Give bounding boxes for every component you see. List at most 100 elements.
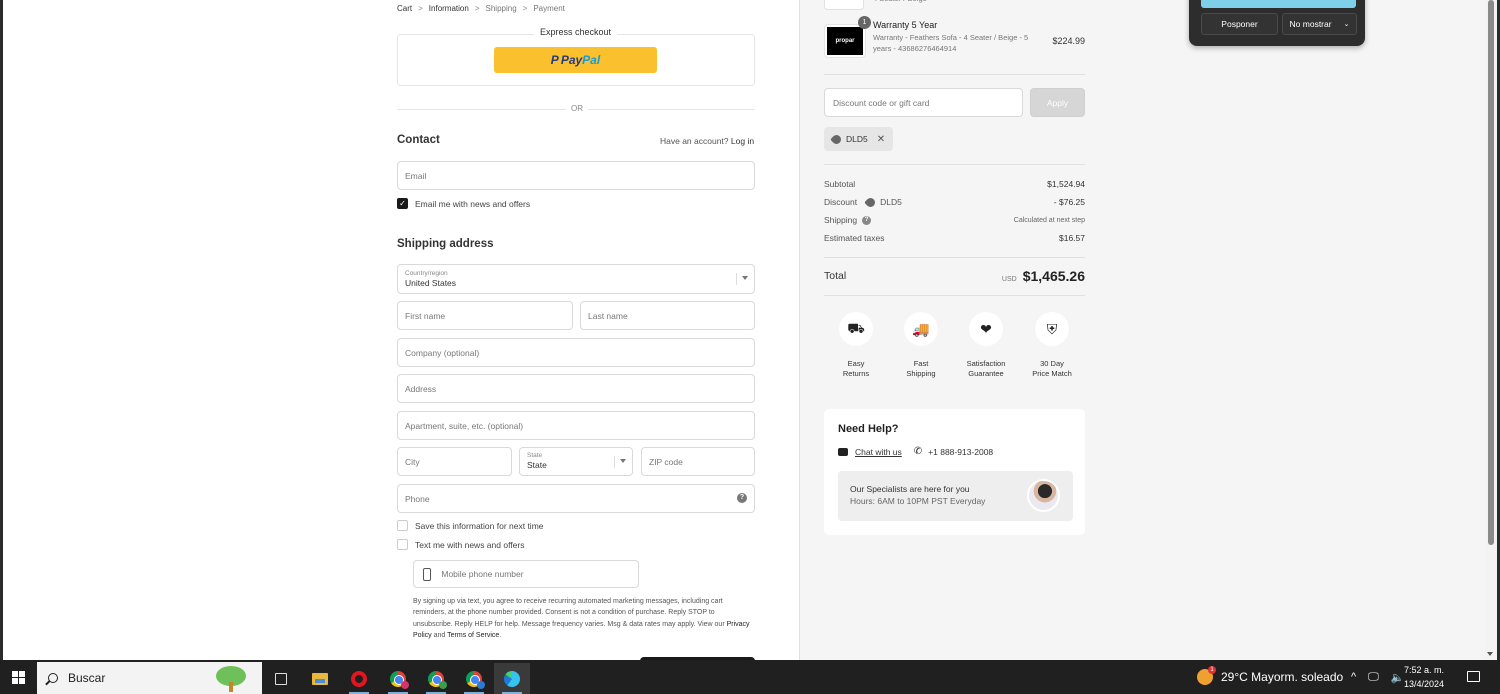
chrome-profile-3-button[interactable] — [456, 663, 492, 694]
file-explorer-button[interactable] — [302, 663, 338, 694]
zip-input[interactable] — [649, 456, 747, 467]
system-tray: ^ 🖵 🔈 — [1351, 660, 1404, 694]
opera-button[interactable] — [341, 663, 377, 694]
mobile-phone-icon — [423, 567, 432, 581]
taxes-row: Estimated taxes $16.57 — [824, 233, 1085, 243]
total-row: Total USD $1,465.26 — [824, 268, 1085, 284]
first-name-field[interactable] — [397, 301, 573, 330]
discount-value: - $76.25 — [1053, 197, 1085, 207]
clock[interactable]: 7:52 a. m. 13/4/2024 — [1404, 663, 1444, 691]
feature-line1: Easy — [847, 359, 865, 368]
breadcrumb: Cart > Information > Shipping > Payment — [397, 4, 565, 13]
apartment-input[interactable] — [405, 420, 747, 431]
zip-field[interactable] — [641, 447, 755, 476]
first-name-input[interactable] — [405, 310, 565, 321]
apply-coupons-button[interactable]: Aplicar cupones — [1201, 0, 1356, 8]
start-button[interactable] — [0, 660, 37, 694]
subtotal-row: Subtotal $1,524.94 — [824, 179, 1085, 189]
city-field[interactable] — [397, 447, 512, 476]
previous-item-thumbnail — [824, 0, 864, 10]
country-select[interactable]: Country/region United States — [397, 264, 755, 294]
chevron-up-icon[interactable]: ^ — [1351, 671, 1356, 683]
heart-hand-icon: ❤ — [969, 312, 1003, 346]
task-view-button[interactable] — [263, 663, 299, 694]
paypal-button[interactable]: P Pay Pal — [494, 47, 657, 73]
need-help-title: Need Help? — [838, 423, 899, 435]
discount-code-input[interactable] — [833, 97, 1014, 108]
chrome-profile-1-button[interactable] — [380, 663, 416, 694]
scrollbar-thumb[interactable] — [1488, 0, 1494, 545]
divider — [824, 295, 1085, 296]
postpone-button[interactable]: Posponer — [1201, 13, 1278, 35]
save-info-checkbox[interactable] — [397, 520, 408, 531]
shipping-row: Shipping ? Calculated at next step — [824, 215, 1085, 225]
edge-button[interactable] — [494, 663, 530, 694]
taskbar-search[interactable]: Buscar — [37, 662, 262, 694]
express-checkout: Express checkout P Pay Pal — [397, 27, 755, 86]
breadcrumb-cart[interactable]: Cart — [397, 4, 412, 13]
select-divider — [736, 273, 737, 285]
state-select[interactable]: State State — [519, 447, 633, 476]
question-icon[interactable]: ? — [862, 215, 872, 225]
or-label: OR — [566, 104, 588, 113]
edge-icon — [504, 670, 520, 687]
specialists-box: Our Specialists are here for you Hours: … — [838, 471, 1073, 521]
chat-with-us-link[interactable]: Chat with us — [855, 447, 902, 457]
city-input[interactable] — [405, 456, 504, 467]
hours-text: Hours: 6AM to 10PM PST Everyday — [850, 496, 986, 506]
question-icon[interactable]: ? — [737, 493, 747, 503]
feature-satisfaction-guarantee: ❤ Satisfaction Guarantee — [954, 312, 1018, 378]
discount-row: Discount DLD5 - $76.25 — [824, 195, 1085, 209]
terms-of-service-link[interactable]: Terms of Service — [447, 632, 499, 639]
save-info-checkbox-row[interactable]: Save this information for next time — [397, 520, 544, 531]
address-field[interactable] — [397, 374, 755, 403]
currency-code: USD — [1001, 276, 1017, 283]
discount-code-field[interactable] — [824, 88, 1023, 117]
address-input[interactable] — [405, 383, 747, 394]
warranty-thumbnail: propar — [824, 24, 866, 58]
last-name-input[interactable] — [588, 310, 747, 321]
item-price: $224.99 — [1052, 36, 1085, 46]
email-field[interactable] — [397, 161, 755, 190]
specialist-avatar — [1027, 479, 1060, 512]
company-field[interactable] — [397, 338, 755, 367]
login-link[interactable]: Log in — [731, 136, 754, 146]
returns-box-icon: ⛟ — [839, 312, 873, 346]
apartment-field[interactable] — [397, 411, 755, 440]
applied-code: DLD5 — [846, 134, 868, 144]
delivery-truck-icon: 🚚 — [904, 312, 938, 346]
volume-icon[interactable]: 🔈 — [1391, 671, 1405, 684]
weather-text: 29°C Mayorm. soleado — [1221, 670, 1344, 684]
scroll-down-arrow-icon[interactable] — [1487, 652, 1493, 656]
phone-field[interactable]: ? — [397, 484, 755, 513]
phone-input[interactable] — [405, 493, 747, 504]
company-input[interactable] — [405, 347, 747, 358]
network-icon[interactable]: 🖵 — [1368, 671, 1379, 684]
page-scrollbar[interactable] — [1485, 0, 1497, 660]
newsletter-checkbox-row[interactable]: ✓ Email me with news and offers — [397, 198, 530, 209]
tag-icon — [864, 195, 877, 209]
last-name-field[interactable] — [580, 301, 755, 330]
newsletter-checkbox[interactable]: ✓ — [397, 198, 408, 209]
close-icon[interactable]: ✕ — [877, 134, 885, 145]
applied-discount-chip: DLD5 ✕ — [824, 127, 894, 151]
weather-widget[interactable]: 29°C Mayorm. soleado — [1197, 660, 1343, 694]
email-input[interactable] — [405, 170, 747, 181]
need-help-card: Need Help? Chat with us ✆ +1 888-913-200… — [824, 409, 1085, 535]
subtotal-label: Subtotal — [824, 179, 856, 189]
notification-icon[interactable] — [1467, 671, 1480, 682]
text-me-checkbox[interactable] — [397, 539, 408, 550]
mobile-phone-input[interactable] — [441, 569, 631, 579]
chevron-right-icon: > — [474, 4, 480, 13]
task-view-icon — [275, 672, 287, 685]
mobile-phone-field[interactable] — [413, 560, 639, 588]
dont-show-button[interactable]: No mostrar ⌄ — [1282, 13, 1357, 35]
search-highlight-tree-icon — [214, 666, 248, 692]
support-phone[interactable]: +1 888-913-2008 — [928, 447, 993, 457]
feature-line1: Satisfaction — [966, 359, 1006, 368]
text-me-checkbox-row[interactable]: Text me with news and offers — [397, 539, 524, 550]
apply-discount-button[interactable]: Apply — [1030, 88, 1085, 117]
chevron-down-icon — [620, 459, 626, 463]
chevron-right-icon: > — [522, 4, 528, 13]
chrome-profile-2-button[interactable] — [418, 663, 454, 694]
